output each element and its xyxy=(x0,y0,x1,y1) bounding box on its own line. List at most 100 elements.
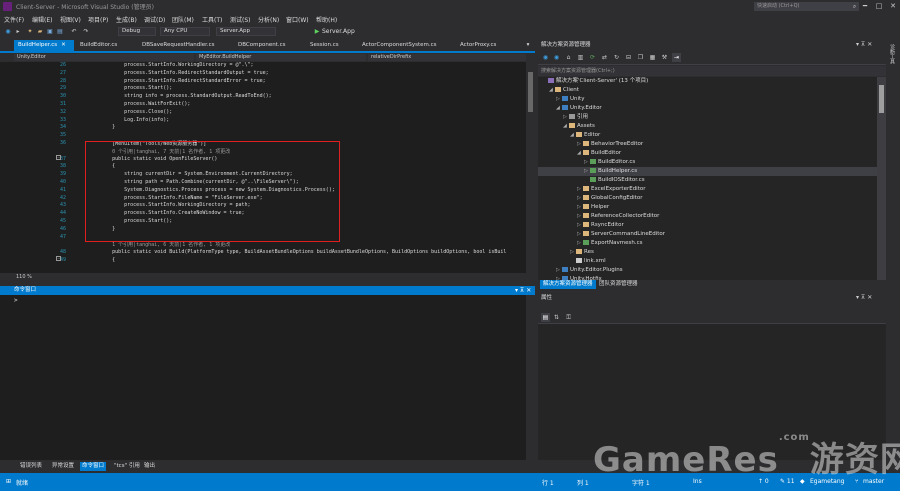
open-file-icon[interactable]: ▰ xyxy=(36,27,44,36)
forward-icon[interactable]: ◉ xyxy=(552,53,561,62)
alphabetical-icon[interactable]: ⇅ xyxy=(552,313,561,322)
member-nav-dropdown[interactable]: relativeDirPrefix xyxy=(368,54,526,61)
tree-item[interactable]: ◢ Client xyxy=(538,86,886,95)
close-button[interactable]: ✕ xyxy=(886,0,900,12)
menu-debug[interactable]: 调试(D) xyxy=(144,15,165,24)
tab-command-window[interactable]: 命令窗口 xyxy=(80,462,107,471)
view-switch-icon[interactable]: ▥ xyxy=(576,53,585,62)
tab-actorproxy[interactable]: ActorProxy.cs xyxy=(456,40,516,51)
tree-item[interactable]: ◢ BuildEditor xyxy=(538,149,886,158)
tree-item[interactable]: ▷ 引用 xyxy=(538,113,886,122)
redo-icon[interactable]: ↷ xyxy=(82,27,90,36)
tab-session[interactable]: Session.cs xyxy=(306,40,354,51)
tree-item[interactable]: ▷ Res xyxy=(538,248,886,257)
tree-item[interactable]: ▷ Unity.Editor.Plugins xyxy=(538,266,886,275)
collapse-all-icon[interactable]: ⊟ xyxy=(624,53,633,62)
tree-item[interactable]: ▷ ServerCommandLineEditor xyxy=(538,230,886,239)
tree-item[interactable]: ▷ BehaviorTreeEditor xyxy=(538,140,886,149)
quick-launch-input[interactable]: 快速启动 (Ctrl+Q) xyxy=(754,2,859,11)
tab-team-explorer[interactable]: 团队资源管理器 xyxy=(596,280,641,289)
menu-project[interactable]: 项目(P) xyxy=(88,15,108,24)
tab-dbcomponent[interactable]: DBComponent.cs xyxy=(234,40,302,51)
tree-item[interactable]: ▷ RsyncEditor xyxy=(538,221,886,230)
configuration-dropdown[interactable]: Debug xyxy=(118,27,156,36)
editor-scrollbar[interactable] xyxy=(526,62,535,273)
zoom-level[interactable]: 110 % xyxy=(16,274,32,280)
codelens-annotation[interactable]: 1 个引用|tanghai, 6 天前|1 名作者, 1 项更改 xyxy=(88,241,230,248)
tree-item[interactable]: ▷ BuildEditor.cs xyxy=(538,158,886,167)
collapse-icon[interactable]: − xyxy=(56,256,61,261)
refresh-icon[interactable]: ↻ xyxy=(612,53,621,62)
tab-solution-explorer[interactable]: 解决方案资源管理器 xyxy=(540,280,596,289)
save-all-icon[interactable]: ▤ xyxy=(56,27,64,36)
solution-scrollbar[interactable] xyxy=(877,77,886,280)
tree-item[interactable]: ◢ Unity.Editor xyxy=(538,104,886,113)
tree-item[interactable]: ▷ Helper xyxy=(538,203,886,212)
tab-tcs-references[interactable]: "tcs" 引用 xyxy=(112,462,142,471)
new-project-icon[interactable]: ✦ xyxy=(26,27,34,36)
class-nav-dropdown[interactable]: MyEditor.BuildHelper xyxy=(196,54,366,61)
pin-icon[interactable]: ▾ ⊼ ✕ xyxy=(856,294,872,301)
tab-actorcomponentsystem[interactable]: ActorComponentSystem.cs xyxy=(358,40,448,51)
startup-project-dropdown[interactable]: Server.App xyxy=(216,27,276,36)
close-icon[interactable]: ✕ xyxy=(57,42,66,48)
back-icon[interactable]: ◉ xyxy=(4,27,12,36)
tab-error-list[interactable]: 错误列表 xyxy=(18,462,44,471)
menu-analyze[interactable]: 分析(N) xyxy=(258,15,279,24)
menu-tools[interactable]: 工具(T) xyxy=(202,15,222,24)
tab-dbsaverequesthandler[interactable]: DBSaveRequestHandler.cs xyxy=(138,40,230,51)
solution-search-input[interactable]: 搜索解决方案资源管理器(Ctrl+;) xyxy=(538,66,886,76)
command-window-body[interactable]: > xyxy=(0,295,535,460)
tree-item[interactable]: ▷ Unity xyxy=(538,95,886,104)
scrollbar-thumb[interactable] xyxy=(879,85,884,113)
tree-item[interactable]: 解决方案'Client-Server' (13 个项目) xyxy=(538,77,886,86)
tree-item[interactable]: ▷ ReferenceCollectorEditor xyxy=(538,212,886,221)
diagnostic-tools-tab[interactable]: 诊断工具 xyxy=(889,44,896,64)
save-icon[interactable]: ▣ xyxy=(46,27,54,36)
platform-dropdown[interactable]: Any CPU xyxy=(160,27,210,36)
back-icon[interactable]: ◉ xyxy=(541,53,550,62)
pending-changes-icon[interactable]: ⇄ xyxy=(600,53,609,62)
menu-team[interactable]: 团队(M) xyxy=(172,15,194,24)
tree-item[interactable]: BuildIOSEditor.cs xyxy=(538,176,886,185)
tree-item[interactable]: ▷ ExportNavmesh.cs xyxy=(538,239,886,248)
tab-buildhelper[interactable]: BuildHelper.cs ✕ xyxy=(14,40,74,51)
menu-test[interactable]: 测试(S) xyxy=(230,15,251,24)
start-icon[interactable]: ▶ xyxy=(312,27,322,36)
menu-file[interactable]: 文件(F) xyxy=(4,15,24,24)
tree-item[interactable]: link.xml xyxy=(538,257,886,266)
tree-item[interactable]: ▷ BuildHelper.cs xyxy=(538,167,886,176)
menu-view[interactable]: 视图(V) xyxy=(60,15,81,24)
preview-icon[interactable]: ⇥ xyxy=(672,53,681,62)
tab-exception-settings[interactable]: 异常设置 xyxy=(50,462,76,471)
tab-overflow-icon[interactable]: ▾ xyxy=(522,40,534,51)
scrollbar-thumb[interactable] xyxy=(528,72,533,112)
maximize-button[interactable]: □ xyxy=(872,0,886,12)
menu-build[interactable]: 生成(B) xyxy=(116,15,137,24)
pin-icon[interactable]: ▾ ⊼ ✕ xyxy=(856,41,872,48)
forward-icon[interactable]: ▸ xyxy=(14,27,22,36)
tree-item[interactable]: ◢ Assets xyxy=(538,122,886,131)
tab-output[interactable]: 输出 xyxy=(142,462,157,471)
tree-item[interactable]: ◢ Editor xyxy=(538,131,886,140)
pin-icon[interactable]: ▾ ⊼ ✕ xyxy=(515,287,531,294)
menu-edit[interactable]: 编辑(E) xyxy=(32,15,52,24)
tree-item[interactable]: ▷ ExcelExporterEditor xyxy=(538,185,886,194)
start-button[interactable]: Server.App xyxy=(322,27,362,36)
show-all-files-icon[interactable]: ▦ xyxy=(648,53,657,62)
menu-help[interactable]: 帮助(H) xyxy=(316,15,337,24)
copy-icon[interactable]: ❐ xyxy=(636,53,645,62)
project-nav-dropdown[interactable]: Unity.Editor xyxy=(14,54,194,61)
tab-buildeditor[interactable]: BuildEditor.cs xyxy=(76,40,134,51)
command-scrollbar[interactable] xyxy=(526,295,535,460)
minimize-button[interactable]: ━ xyxy=(858,0,872,12)
categorized-icon[interactable]: ▤ xyxy=(541,313,550,322)
menu-window[interactable]: 窗口(W) xyxy=(286,15,309,24)
sync-icon[interactable]: ⟳ xyxy=(588,53,597,62)
property-pages-icon[interactable]: ⚿ xyxy=(564,313,573,322)
collapse-icon[interactable]: − xyxy=(56,155,61,160)
home-icon[interactable]: ⌂ xyxy=(564,53,573,62)
properties-icon[interactable]: ⚒ xyxy=(660,53,669,62)
tree-item[interactable]: ▷ GlobalConfigEditor xyxy=(538,194,886,203)
undo-icon[interactable]: ↶ xyxy=(70,27,78,36)
